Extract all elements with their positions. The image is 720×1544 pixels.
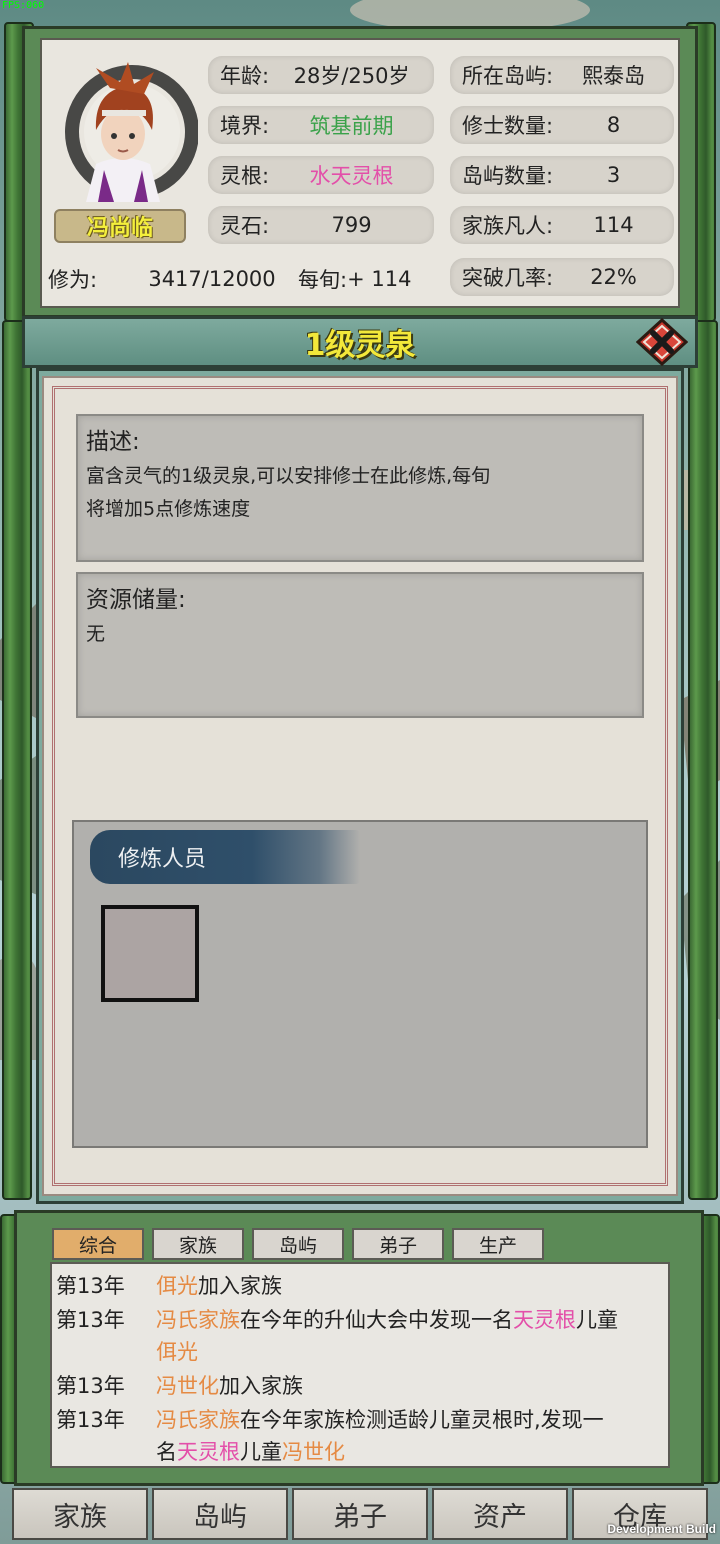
cultivators-label: 修士数量: bbox=[462, 114, 554, 138]
log-text: 儿童 bbox=[576, 1308, 618, 1332]
dialog-rod-right bbox=[688, 320, 718, 1200]
nav-family-button[interactable]: 家族 bbox=[12, 1488, 148, 1540]
mortals-value: 114 bbox=[593, 213, 634, 237]
breakthrough-label: 突破几率: bbox=[462, 266, 554, 290]
log-text: 加入家族 bbox=[219, 1374, 303, 1398]
mortals-label: 家族凡人: bbox=[462, 214, 554, 238]
dialog-title-bar: 1级灵泉 bbox=[22, 316, 698, 368]
resource-header: 资源储量: bbox=[86, 587, 186, 613]
fps-counter: FPS:060 bbox=[2, 0, 45, 11]
log-text: 加入家族 bbox=[198, 1274, 282, 1298]
stat-spirit-stone: 灵石: 799 bbox=[208, 206, 434, 244]
cultivators-value: 8 bbox=[606, 113, 621, 137]
log-family: 冯氏家族 bbox=[156, 1408, 240, 1432]
tab-family[interactable]: 家族 bbox=[152, 1228, 244, 1260]
stat-realm: 境界: 筑基前期 bbox=[208, 106, 434, 144]
log-entry: 第13年 冯氏家族在今年的升仙大会中发现一名天灵根儿童 bbox=[56, 1304, 618, 1334]
islands-label: 岛屿数量: bbox=[462, 164, 554, 188]
log-entry: 第13年 佴光加入家族 bbox=[56, 1270, 282, 1300]
log-text: 名 bbox=[156, 1440, 177, 1464]
tab-production[interactable]: 生产 bbox=[452, 1228, 544, 1260]
event-log[interactable]: 第13年 佴光加入家族 第13年 冯氏家族在今年的升仙大会中发现一名天灵根儿童 佴光… bbox=[50, 1262, 670, 1468]
log-year: 第13年 bbox=[56, 1274, 125, 1298]
breakthrough-value: 22% bbox=[590, 265, 637, 289]
stat-islands: 岛屿数量: 3 bbox=[450, 156, 674, 194]
log-entry: 第13年 冯世化加入家族 bbox=[56, 1370, 303, 1400]
description-box: 描述: 富含灵气的1级灵泉,可以安排修士在此修炼,每旬 将增加5点修炼速度 bbox=[76, 414, 644, 562]
log-root: 天灵根 bbox=[177, 1440, 240, 1464]
log-text: 儿童 bbox=[240, 1440, 282, 1464]
log-entry: 第13年 冯氏家族在今年家族检测适龄儿童灵根时,发现一 bbox=[56, 1404, 604, 1434]
age-value: 28岁/250岁 bbox=[293, 64, 410, 88]
resource-value: 无 bbox=[86, 623, 106, 645]
log-person: 佴光 bbox=[156, 1340, 198, 1364]
log-family: 冯氏家族 bbox=[156, 1308, 240, 1332]
log-year: 第13年 bbox=[56, 1308, 125, 1332]
realm-label: 境界: bbox=[220, 114, 270, 138]
dev-build-label: Development Build bbox=[607, 1522, 716, 1536]
log-tabs: 综合 家族 岛屿 弟子 生产 bbox=[52, 1228, 544, 1260]
log-entry-cont: 佴光 bbox=[156, 1336, 198, 1366]
root-value: 水天灵根 bbox=[309, 164, 394, 188]
log-person: 冯世化 bbox=[282, 1440, 345, 1464]
tab-general[interactable]: 综合 bbox=[52, 1228, 144, 1260]
stat-cultivators: 修士数量: 8 bbox=[450, 106, 674, 144]
per-turn-label: 每旬: bbox=[298, 268, 348, 292]
cultivation-value: 3417/12000 bbox=[148, 267, 276, 291]
nav-disciples-button[interactable]: 弟子 bbox=[292, 1488, 428, 1540]
close-icon[interactable] bbox=[636, 318, 688, 366]
dialog-rod-left bbox=[2, 320, 32, 1200]
log-root: 天灵根 bbox=[513, 1308, 576, 1332]
description-line: 将增加5点修炼速度 bbox=[86, 498, 251, 520]
spirit-stone-value: 799 bbox=[331, 213, 372, 237]
cultivators-label: 修炼人员 bbox=[90, 830, 360, 884]
description-header: 描述: bbox=[86, 429, 140, 455]
log-text: 在今年的升仙大会中发现一名 bbox=[240, 1308, 513, 1332]
character-name[interactable]: 冯尚临 bbox=[54, 209, 186, 243]
tab-disciples[interactable]: 弟子 bbox=[352, 1228, 444, 1260]
stat-island: 所在岛屿: 熙泰岛 bbox=[450, 56, 674, 94]
cultivation-label: 修为: bbox=[48, 268, 98, 292]
nav-assets-button[interactable]: 资产 bbox=[432, 1488, 568, 1540]
log-text: 在今年家族检测适龄儿童灵根时,发现一 bbox=[240, 1408, 604, 1432]
age-label: 年龄: bbox=[220, 64, 270, 88]
description-text: 富含灵气的1级灵泉,可以安排修士在此修炼,每旬 将增加5点修炼速度 bbox=[78, 456, 642, 526]
log-person: 佴光 bbox=[156, 1274, 198, 1298]
root-label: 灵根: bbox=[220, 164, 270, 188]
stat-age: 年龄: 28岁/250岁 bbox=[208, 56, 434, 94]
cultivator-slot[interactable] bbox=[101, 905, 199, 1002]
stat-root: 灵根: 水天灵根 bbox=[208, 156, 434, 194]
island-value: 熙泰岛 bbox=[582, 64, 646, 88]
stat-breakthrough: 突破几率: 22% bbox=[450, 258, 674, 296]
dialog-title: 1级灵泉 bbox=[304, 328, 416, 363]
nav-island-button[interactable]: 岛屿 bbox=[152, 1488, 288, 1540]
tab-island[interactable]: 岛屿 bbox=[252, 1228, 344, 1260]
stat-cultivation: 修为: 3417/12000 每旬: + 114 bbox=[48, 259, 438, 299]
log-person: 冯世化 bbox=[156, 1374, 219, 1398]
character-avatar[interactable] bbox=[50, 52, 198, 202]
log-year: 第13年 bbox=[56, 1408, 125, 1432]
spirit-stone-label: 灵石: bbox=[220, 214, 270, 238]
description-line: 富含灵气的1级灵泉,可以安排修士在此修炼,每旬 bbox=[86, 465, 491, 487]
realm-value: 筑基前期 bbox=[309, 114, 394, 138]
island-label: 所在岛屿: bbox=[462, 64, 554, 88]
log-entry-cont: 名天灵根儿童冯世化 bbox=[156, 1436, 345, 1466]
islands-value: 3 bbox=[606, 163, 621, 187]
log-year: 第13年 bbox=[56, 1374, 125, 1398]
per-turn-value: + 114 bbox=[347, 267, 412, 291]
resource-box: 资源储量: 无 bbox=[76, 572, 644, 718]
stat-mortals: 家族凡人: 114 bbox=[450, 206, 674, 244]
